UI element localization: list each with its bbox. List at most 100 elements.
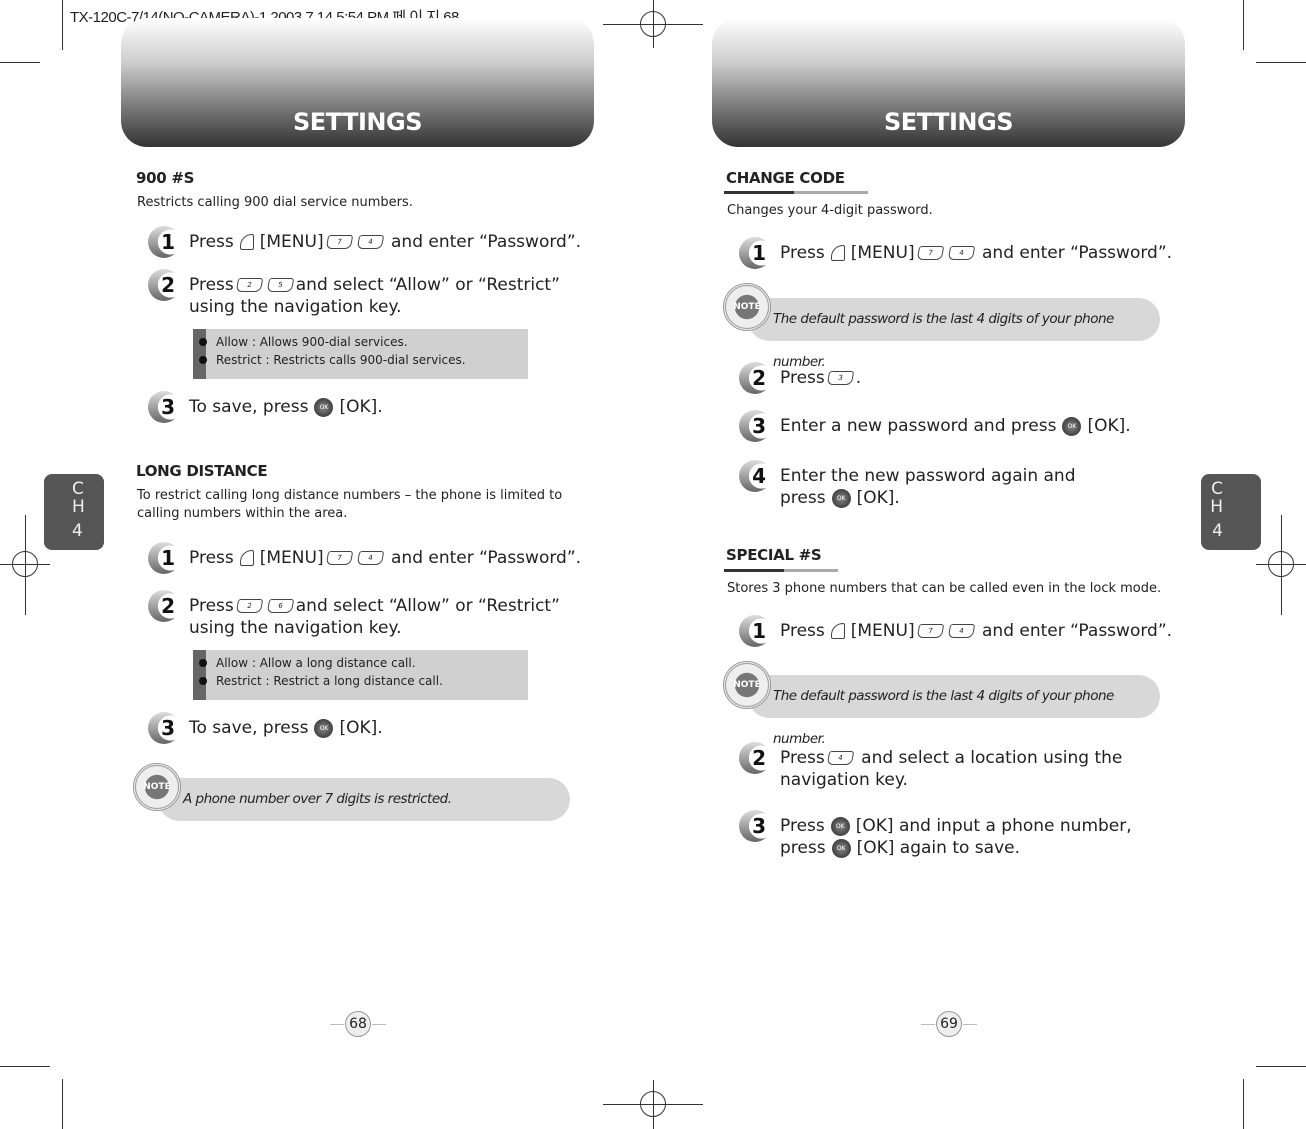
crop-mark xyxy=(1243,1079,1244,1129)
step-number: 4 xyxy=(739,460,771,492)
step-number: 1 xyxy=(148,226,180,258)
menu-softkey-icon xyxy=(239,234,254,250)
step-text: and enter “Password”. xyxy=(391,232,582,252)
step-1: 1 Press [MENU] 7 4 and enter “Password”. xyxy=(148,542,581,574)
key-7-icon: 7 xyxy=(325,551,353,565)
option-text: Restrict : Restrict a long distance call… xyxy=(216,674,443,688)
step-number: 3 xyxy=(148,712,180,744)
step-number: 1 xyxy=(739,615,771,647)
title-underline xyxy=(724,191,794,194)
step-text: Press xyxy=(189,548,234,568)
step-text: To save, press xyxy=(189,718,309,738)
chapter-tab: CH 4 xyxy=(44,474,104,550)
step-text: press xyxy=(780,488,826,508)
step-text: [MENU] xyxy=(850,243,915,263)
title-underline xyxy=(784,569,838,572)
key-4-icon: 4 xyxy=(356,551,384,565)
note-text: A phone number over 7 digits is restrict… xyxy=(183,791,452,807)
step-text: [MENU] xyxy=(259,232,324,252)
registration-mark xyxy=(12,551,38,577)
step-text: Press xyxy=(780,368,825,388)
key-7-icon: 7 xyxy=(916,624,944,638)
section-desc: Restricts calling 900 dial service numbe… xyxy=(137,195,413,210)
chapter-number: 4 xyxy=(72,521,83,541)
page-title: SETTINGS xyxy=(884,108,1013,136)
step-text: and select a location using the xyxy=(861,748,1123,768)
step-4: 4 Enter the new password again and press O… xyxy=(739,460,1076,509)
key-7-icon: 7 xyxy=(916,246,944,260)
option-text: Allow : Allows 900-dial services. xyxy=(216,335,408,349)
crop-mark xyxy=(1256,62,1306,63)
step-text: [OK]. xyxy=(339,718,383,738)
chapter-letter: H xyxy=(1210,497,1223,517)
step-number: 1 xyxy=(148,542,180,574)
title-underline xyxy=(794,191,868,194)
step-3: 3 Press OK [OK] and input a phone number, p… xyxy=(739,810,1132,859)
menu-softkey-icon xyxy=(830,623,845,639)
step-text: [OK]. xyxy=(856,488,900,508)
registration-mark xyxy=(1268,551,1294,577)
step-text: press xyxy=(780,838,826,858)
key-3-icon: 3 xyxy=(826,371,854,385)
menu-softkey-icon xyxy=(239,550,254,566)
note-icon: NOTE xyxy=(723,661,771,709)
page-title: SETTINGS xyxy=(293,108,422,136)
note-text: The default password is the last 4 digit… xyxy=(773,688,1114,747)
key-6-icon: 6 xyxy=(266,599,294,613)
section-title-900: 900 #S xyxy=(136,169,195,187)
option-text: Restrict : Restricts calls 900-dial serv… xyxy=(216,353,466,367)
step-number: 3 xyxy=(739,410,771,442)
note-icon: NOTE xyxy=(133,763,181,811)
step-3: 3 To save, press OK [OK]. xyxy=(148,391,383,423)
step-3: 3 To save, press OK [OK]. xyxy=(148,712,383,744)
bullet-icon xyxy=(199,659,207,667)
crop-mark xyxy=(62,0,63,50)
step-number: 2 xyxy=(739,742,771,774)
ok-key-icon: OK xyxy=(831,488,851,508)
page-number: 69 xyxy=(921,1011,977,1037)
key-4-icon: 4 xyxy=(826,751,854,765)
ok-key-icon: OK xyxy=(314,718,334,738)
key-4-icon: 4 xyxy=(947,624,975,638)
step-text: Press xyxy=(780,816,825,836)
step-text: and select “Allow” or “Restrict” xyxy=(295,275,560,295)
bullet-icon xyxy=(199,338,207,346)
note-text: The default password is the last 4 digit… xyxy=(773,311,1114,370)
ok-key-icon: OK xyxy=(831,838,851,858)
step-text: [OK] again to save. xyxy=(856,838,1020,858)
crop-mark xyxy=(0,62,40,63)
chapter-number: 4 xyxy=(1212,521,1223,541)
step-number: 2 xyxy=(739,362,771,394)
step-number: 3 xyxy=(148,391,180,423)
step-text: . xyxy=(855,368,862,388)
bullet-icon xyxy=(199,356,207,364)
key-4-icon: 4 xyxy=(947,246,975,260)
step-text: and enter “Password”. xyxy=(982,243,1173,263)
step-2: 2 Press 3. xyxy=(739,362,862,394)
step-1: 1 Press [MENU] 7 4 and enter “Password”. xyxy=(739,237,1173,269)
step-text: Press xyxy=(780,748,825,768)
step-2: 2 Press 2 5 and select “Allow” or “Restrict… xyxy=(148,269,560,318)
ok-key-icon: OK xyxy=(830,816,850,836)
step-text: Press xyxy=(189,232,234,252)
key-7-icon: 7 xyxy=(325,235,353,249)
crop-mark xyxy=(0,1066,50,1067)
key-4-icon: 4 xyxy=(356,235,384,249)
key-5-icon: 5 xyxy=(266,278,294,292)
left-page-header: SETTINGS xyxy=(121,18,594,147)
step-text: Press xyxy=(780,621,825,641)
step-text: and select “Allow” or “Restrict” xyxy=(295,596,560,616)
step-text: Enter the new password again and xyxy=(780,466,1076,486)
step-text: To save, press xyxy=(189,397,309,417)
registration-mark xyxy=(640,11,666,37)
step-2: 2 Press 2 6 and select “Allow” or “Restrict… xyxy=(148,590,560,639)
section-title-special: SPECIAL #S xyxy=(726,546,822,564)
step-number: 2 xyxy=(148,590,180,622)
key-2-icon: 2 xyxy=(235,599,263,613)
step-text: using the navigation key. xyxy=(189,618,402,638)
page-number: 68 xyxy=(330,1011,386,1037)
crop-mark xyxy=(1243,0,1244,50)
section-desc: To restrict calling long distance number… xyxy=(137,488,563,503)
step-number: 3 xyxy=(739,810,771,842)
step-text: [OK] and input a phone number, xyxy=(855,816,1132,836)
